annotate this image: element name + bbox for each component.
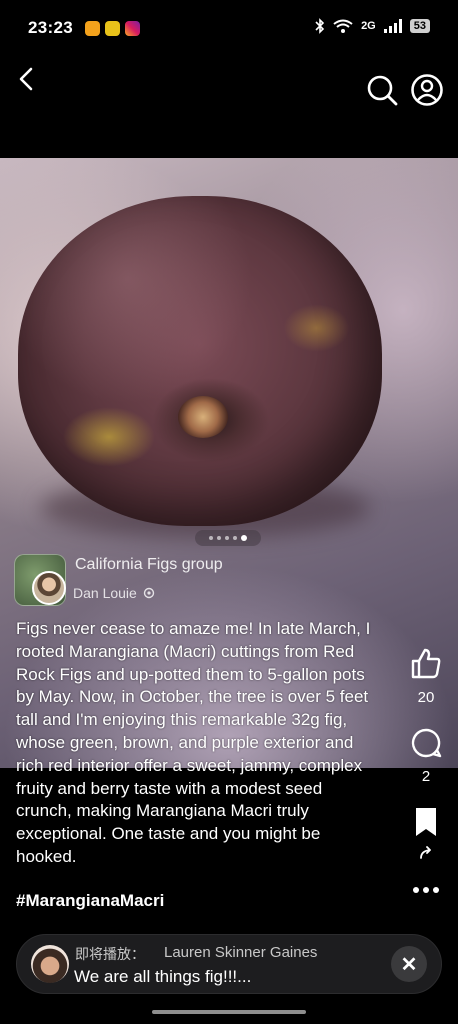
yellow-app-icon	[104, 20, 120, 36]
wifi-icon	[333, 19, 353, 33]
post-caption[interactable]: Figs never cease to amaze me! In late Ma…	[16, 618, 378, 869]
carousel-dot	[217, 536, 221, 540]
close-button[interactable]: ✕	[391, 946, 427, 982]
now-playing-label: 即将播放：	[75, 947, 145, 963]
like-count: 20	[417, 689, 435, 706]
home-indicator[interactable]	[152, 1010, 306, 1014]
top-nav	[0, 60, 458, 116]
status-app-icons	[84, 20, 140, 36]
carousel-dot	[209, 536, 213, 540]
search-icon[interactable]	[366, 74, 398, 106]
author-avatar[interactable]	[32, 571, 66, 605]
now-playing-avatar	[31, 945, 69, 983]
carousel-dot	[233, 536, 237, 540]
fig-fruit	[18, 196, 382, 526]
author-name[interactable]: Dan Louie	[73, 585, 137, 601]
bluetooth-icon	[315, 18, 325, 34]
hashtag-link[interactable]: #MarangianaMacri	[16, 891, 164, 911]
more-icon[interactable]	[411, 885, 441, 895]
carousel-dot	[225, 536, 229, 540]
back-icon[interactable]	[12, 64, 42, 94]
share-action[interactable]	[408, 846, 444, 865]
comment-action[interactable]: 2	[408, 727, 444, 785]
now-playing-title[interactable]: We are all things fig!!!...	[74, 967, 251, 987]
group-name[interactable]: California Figs group	[75, 556, 223, 574]
now-playing-bar[interactable]: 即将播放： Lauren Skinner Gaines We are all t…	[16, 934, 442, 994]
fig-eye	[178, 396, 228, 438]
status-right: 2G 53	[315, 18, 430, 34]
bookmark-icon[interactable]	[412, 806, 440, 838]
account-icon[interactable]	[410, 73, 444, 107]
save-action[interactable]	[408, 806, 444, 843]
signal-icon	[383, 19, 402, 33]
orange-app-icon	[84, 20, 100, 36]
author-name-row[interactable]: Dan Louie	[73, 585, 155, 601]
carousel-indicator[interactable]	[195, 530, 261, 546]
status-bar: 23:23 2G 53	[0, 0, 458, 56]
carousel-dot-active	[241, 535, 247, 541]
like-action[interactable]: 20	[408, 646, 444, 706]
instagram-icon	[124, 20, 140, 36]
network-type: 2G	[361, 20, 376, 32]
share-icon[interactable]	[419, 846, 433, 860]
now-playing-name: Lauren Skinner Gaines	[164, 944, 318, 961]
gear-icon	[143, 587, 155, 599]
status-time: 23:23	[28, 18, 73, 37]
close-icon: ✕	[400, 953, 418, 976]
comment-icon[interactable]	[410, 727, 442, 759]
thumbs-up-icon[interactable]	[409, 646, 443, 680]
comment-count: 2	[421, 768, 431, 785]
more-action[interactable]	[408, 882, 444, 900]
battery-icon: 53	[409, 19, 430, 33]
